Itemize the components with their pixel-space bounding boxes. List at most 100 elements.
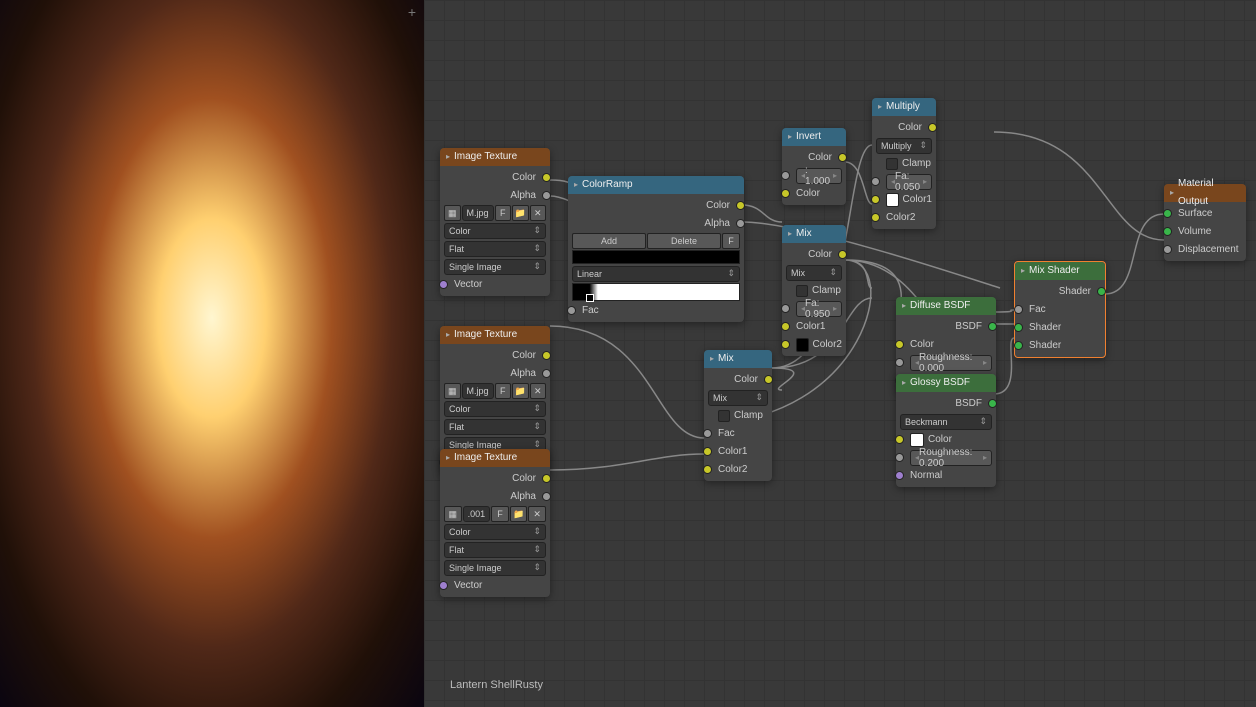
image-browse-icon[interactable]: ▦: [444, 205, 461, 221]
close-icon[interactable]: ✕: [528, 506, 546, 522]
open-icon[interactable]: 📁: [512, 205, 529, 221]
node-header[interactable]: Glossy BSDF: [896, 374, 996, 392]
open-icon[interactable]: 📁: [510, 506, 528, 522]
socket-out-color[interactable]: [542, 351, 551, 360]
socket-in-roughness[interactable]: [895, 358, 904, 367]
ramp-preview[interactable]: [572, 250, 740, 264]
socket-out-shader[interactable]: [1097, 287, 1106, 296]
socket-in-color2[interactable]: [781, 340, 790, 349]
socket-in-vector[interactable]: [439, 280, 448, 289]
clamp-checkbox[interactable]: [718, 410, 730, 422]
clamp-checkbox[interactable]: [886, 158, 898, 170]
node-image-texture-3[interactable]: Image Texture Color Alpha ▦.001F📁✕ Color…: [440, 449, 550, 597]
node-glossy-bsdf[interactable]: Glossy BSDF BSDF Beckmann Color Roughnes…: [896, 374, 996, 487]
socket-in-color2[interactable]: [871, 213, 880, 222]
socket-out-color[interactable]: [928, 123, 937, 132]
socket-in-color1[interactable]: [871, 195, 880, 204]
fac-field[interactable]: : 1.000: [796, 168, 842, 184]
socket-in-fac[interactable]: [781, 171, 790, 180]
socket-in-color2[interactable]: [703, 465, 712, 474]
image-browse-icon[interactable]: ▦: [444, 506, 462, 522]
socket-in-color[interactable]: [781, 189, 790, 198]
socket-out-color[interactable]: [736, 201, 745, 210]
socket-in-shader1[interactable]: [1014, 323, 1023, 332]
node-colorramp[interactable]: ColorRamp Color Alpha AddDeleteF Linear …: [568, 176, 744, 322]
socket-in-volume[interactable]: [1163, 227, 1172, 236]
socket-in-normal[interactable]: [895, 471, 904, 480]
image-browse-icon[interactable]: ▦: [444, 383, 461, 399]
socket-out-alpha[interactable]: [736, 219, 745, 228]
node-multiply[interactable]: Multiply Color Multiply Clamp Fa: 0.050 …: [872, 98, 936, 229]
roughness-field[interactable]: Roughness: 0.200: [910, 450, 992, 466]
colorspace-dropdown[interactable]: Color: [444, 223, 546, 239]
node-header[interactable]: Diffuse BSDF: [896, 297, 996, 315]
node-header[interactable]: Invert: [782, 128, 846, 146]
node-image-texture-1[interactable]: Image Texture Color Alpha ▦M.jpgF📁✕ Colo…: [440, 148, 550, 296]
node-header[interactable]: Mix: [704, 350, 772, 368]
colorspace-dropdown[interactable]: Color: [444, 524, 546, 540]
socket-in-color[interactable]: [895, 435, 904, 444]
color-swatch[interactable]: [886, 193, 899, 207]
socket-out-color[interactable]: [838, 250, 847, 259]
socket-in-displacement[interactable]: [1163, 245, 1172, 254]
node-header[interactable]: Image Texture: [440, 449, 550, 467]
node-header[interactable]: Image Texture: [440, 326, 550, 344]
close-icon[interactable]: ✕: [530, 205, 547, 221]
socket-out-color[interactable]: [542, 474, 551, 483]
close-icon[interactable]: ✕: [530, 383, 547, 399]
node-mixrgb-2[interactable]: Mix Color Mix Clamp Fac Color1 Color2: [704, 350, 772, 481]
node-material-output[interactable]: Material Output Surface Volume Displacem…: [1164, 184, 1246, 261]
colorspace-dropdown[interactable]: Color: [444, 401, 546, 417]
socket-in-roughness[interactable]: [895, 453, 904, 462]
f-button[interactable]: F: [495, 205, 512, 221]
f-button[interactable]: F: [491, 506, 509, 522]
socket-in-fac[interactable]: [871, 177, 880, 186]
socket-in-fac[interactable]: [703, 429, 712, 438]
socket-out-bsdf[interactable]: [988, 322, 997, 331]
blend-dropdown[interactable]: Mix: [708, 390, 768, 406]
blend-dropdown[interactable]: Multiply: [876, 138, 932, 154]
node-header[interactable]: Mix Shader: [1015, 262, 1105, 280]
socket-in-fac[interactable]: [567, 306, 576, 315]
socket-in-fac[interactable]: [1014, 305, 1023, 314]
socket-in-surface[interactable]: [1163, 209, 1172, 218]
node-mixrgb-1[interactable]: Mix Color Mix Clamp Fa: 0.950 Color1 Col…: [782, 225, 846, 356]
socket-out-bsdf[interactable]: [988, 399, 997, 408]
node-header[interactable]: ColorRamp: [568, 176, 744, 194]
image-name-field[interactable]: M.jpg: [462, 383, 494, 399]
socket-in-color1[interactable]: [781, 322, 790, 331]
socket-out-alpha[interactable]: [542, 191, 551, 200]
node-header[interactable]: Mix: [782, 225, 846, 243]
blend-dropdown[interactable]: Mix: [786, 265, 842, 281]
node-header[interactable]: Multiply: [872, 98, 936, 116]
fac-field[interactable]: Fa: 0.050: [886, 174, 932, 190]
source-dropdown[interactable]: Single Image: [444, 560, 546, 576]
distribution-dropdown[interactable]: Beckmann: [900, 414, 992, 430]
socket-in-color[interactable]: [895, 340, 904, 349]
interpolation-dropdown[interactable]: Linear: [572, 266, 740, 282]
delete-button[interactable]: Delete: [647, 233, 721, 249]
projection-dropdown[interactable]: Flat: [444, 542, 546, 558]
ramp-gradient[interactable]: [572, 283, 740, 301]
projection-dropdown[interactable]: Flat: [444, 241, 546, 257]
socket-in-vector[interactable]: [439, 581, 448, 590]
roughness-field[interactable]: Roughness: 0.000: [910, 355, 992, 371]
image-name-field[interactable]: M.jpg: [462, 205, 494, 221]
projection-dropdown[interactable]: Flat: [444, 419, 546, 435]
socket-in-shader2[interactable]: [1014, 341, 1023, 350]
f-button[interactable]: F: [722, 233, 740, 249]
socket-out-color[interactable]: [838, 153, 847, 162]
node-header[interactable]: Image Texture: [440, 148, 550, 166]
socket-in-fac[interactable]: [781, 304, 790, 313]
image-name-field[interactable]: .001: [463, 506, 491, 522]
fac-field[interactable]: Fa: 0.950: [796, 301, 842, 317]
node-mix-shader[interactable]: Mix Shader Shader Fac Shader Shader: [1014, 261, 1106, 358]
node-invert[interactable]: Invert Color : 1.000 Color: [782, 128, 846, 205]
open-icon[interactable]: 📁: [512, 383, 529, 399]
clamp-checkbox[interactable]: [796, 285, 808, 297]
socket-out-alpha[interactable]: [542, 369, 551, 378]
socket-out-alpha[interactable]: [542, 492, 551, 501]
source-dropdown[interactable]: Single Image: [444, 259, 546, 275]
color-swatch[interactable]: [910, 433, 924, 447]
color-swatch[interactable]: [796, 338, 809, 352]
